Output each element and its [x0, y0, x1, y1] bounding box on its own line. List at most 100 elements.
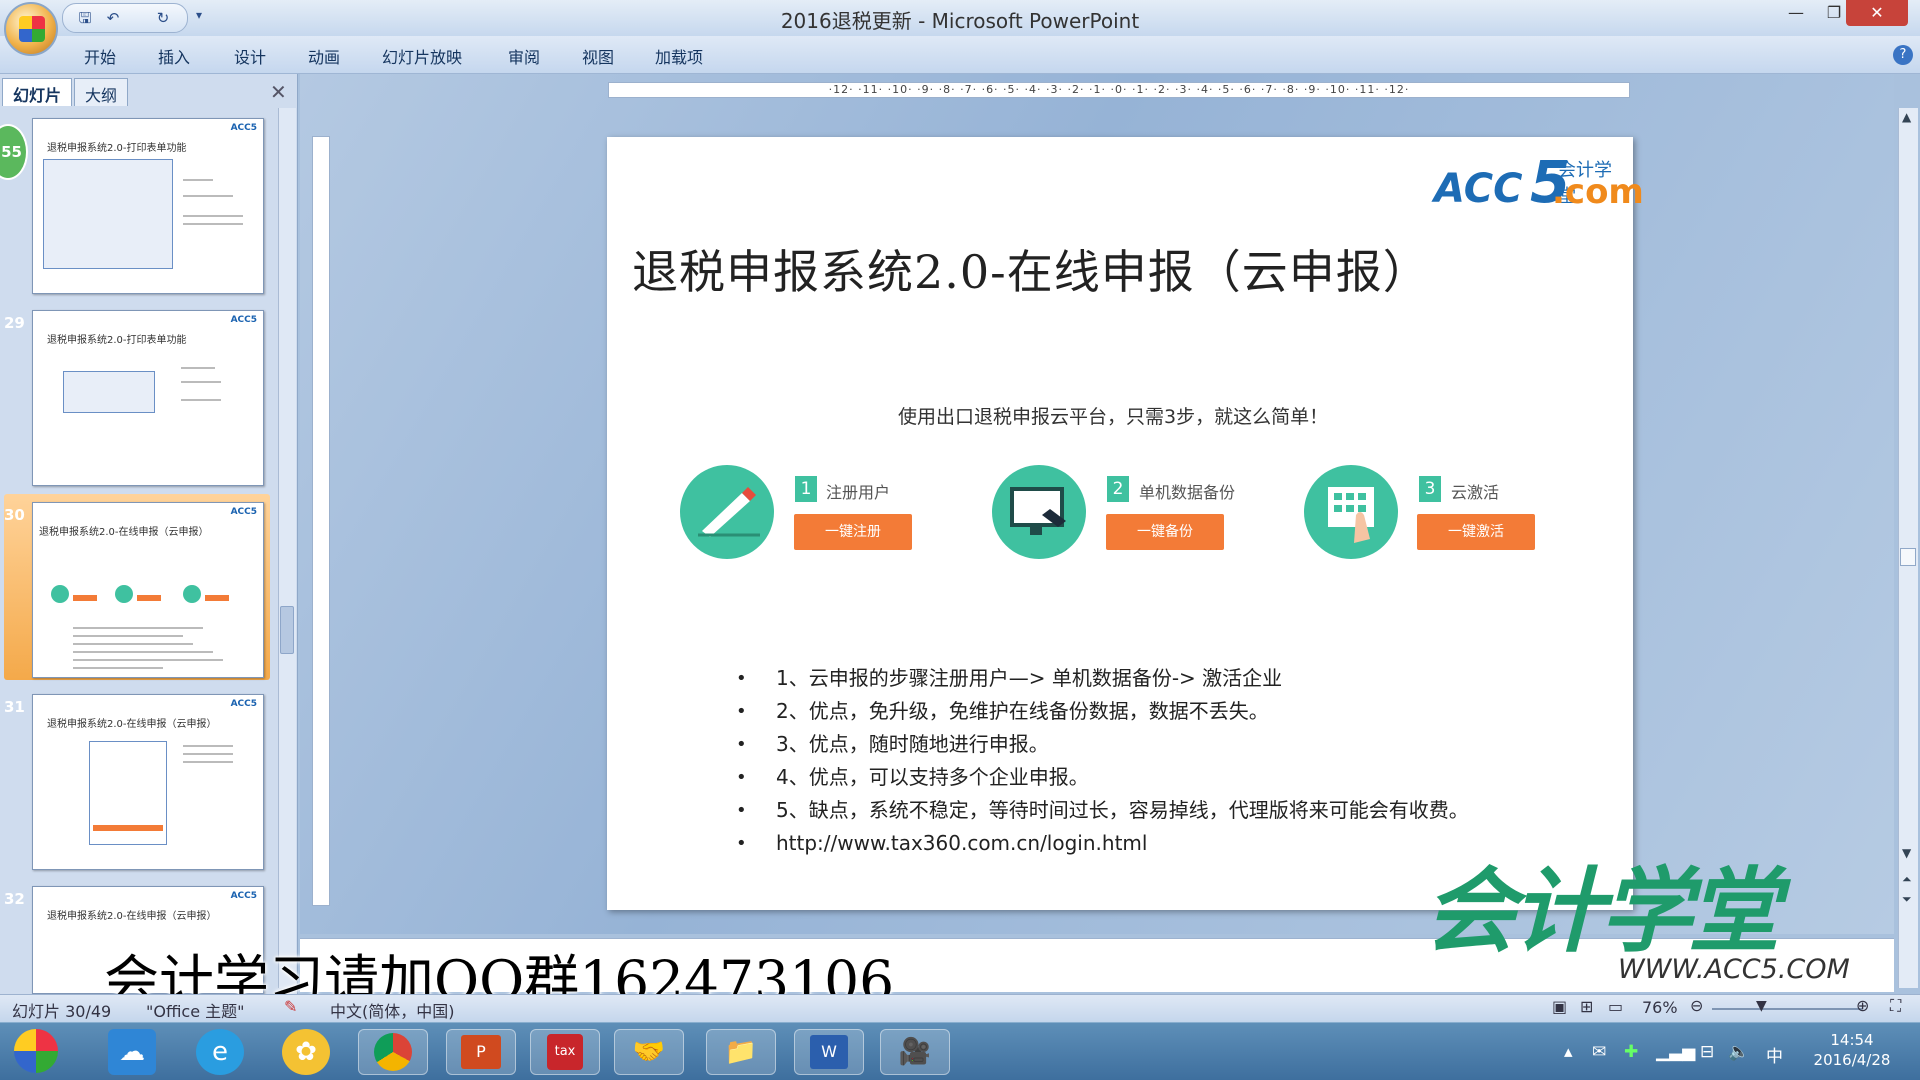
slide-number: 29 [4, 314, 25, 332]
fit-to-window-icon[interactable]: ⛶ [1890, 996, 1901, 1016]
recorder-app-icon[interactable]: 🎥 [880, 1029, 950, 1075]
step-number: 3 [1419, 476, 1441, 502]
step-label: 云激活 [1451, 483, 1500, 502]
thumb-title: 退税申报系统2.0-打印表单功能 [47, 143, 187, 154]
tab-view[interactable]: 视图 [582, 44, 614, 68]
zoom-in-icon[interactable]: ⊕ [1856, 996, 1869, 1015]
step-number: 1 [795, 476, 817, 502]
slide-number: 30 [4, 506, 25, 524]
thumb-screenshot [63, 371, 155, 413]
thumb-title: 退税申报系统2.0-在线申报（云申报） [47, 719, 217, 730]
slide-counter: 幻灯片 30/49 [12, 1002, 112, 1021]
network-signal-icon[interactable]: ▁▃▅ [1656, 1042, 1695, 1062]
slide-subtitle: 使用出口退税申报云平台，只需3步，就这么简单！ [898, 406, 1329, 428]
panel-scrollbar[interactable] [278, 108, 296, 988]
panel-tabs: 幻灯片 大纲 [0, 78, 298, 106]
colorful-app-icon[interactable]: ✿ [282, 1029, 330, 1075]
slide-number: 32 [4, 890, 25, 908]
activate-button[interactable]: 一键激活 [1417, 514, 1535, 550]
file-explorer-icon[interactable]: 📁 [706, 1029, 776, 1075]
tab-animation[interactable]: 动画 [308, 44, 340, 68]
scroll-up-icon[interactable]: ▲ [1902, 110, 1911, 124]
panel-close-icon[interactable]: ✕ [270, 80, 287, 104]
tab-design[interactable]: 设计 [234, 44, 266, 68]
zoom-slider-thumb[interactable]: ▼ [1756, 998, 1767, 1014]
handshake-app-icon[interactable]: 🤝 [614, 1029, 684, 1075]
tray-expand-icon[interactable]: ▴ [1564, 1042, 1573, 1062]
tab-review[interactable]: 审阅 [508, 44, 540, 68]
zoom-slider[interactable] [1712, 1008, 1862, 1010]
window-title: 2016退税更新 - Microsoft PowerPoint [780, 9, 1140, 33]
tab-insert[interactable]: 插入 [158, 44, 190, 68]
office-logo-icon [19, 16, 45, 42]
step-label: 单机数据备份 [1139, 483, 1236, 502]
previous-slide-icon[interactable]: ⏶ [1902, 872, 1912, 887]
scroll-thumb[interactable] [1900, 548, 1916, 566]
slide-thumbnail[interactable]: ACC5 退税申报系统2.0-在线申报（云申报） [32, 502, 264, 678]
clock[interactable]: 14:54 2016/4/28 [1794, 1030, 1910, 1070]
minimize-button[interactable]: — [1776, 0, 1816, 26]
acc5-logo: ACC 5 会计学堂 .com [1434, 148, 1644, 216]
powerpoint-taskbar-icon[interactable]: P [446, 1029, 516, 1075]
tab-slideshow[interactable]: 幻灯片放映 [382, 44, 462, 68]
zoom-out-icon[interactable]: ⊖ [1690, 996, 1703, 1015]
ribbon-tabs: 开始 插入 设计 动画 幻灯片放映 审阅 视图 加载项 [0, 36, 1920, 74]
thumb-title: 退税申报系统2.0-打印表单功能 [47, 335, 187, 346]
clock-date: 2016/4/28 [1813, 1051, 1891, 1069]
tax-app-icon[interactable]: tax [530, 1029, 600, 1075]
start-button[interactable] [14, 1029, 58, 1073]
thumb-logo: ACC5 [230, 699, 257, 709]
normal-view-icon[interactable]: ▣ [1552, 997, 1567, 1016]
status-bar: 幻灯片 30/49 "Office 主题" ✎ 中文(简体，中国) ▣ ⊞ ▭ … [0, 994, 1920, 1022]
pencil-icon [680, 465, 774, 559]
list-item: 4、优点，可以支持多个企业申报。 [736, 761, 1586, 794]
tab-slides[interactable]: 幻灯片 [2, 78, 73, 106]
help-icon[interactable]: ? [1893, 45, 1913, 65]
tray-security-icon[interactable]: ✚ [1624, 1042, 1638, 1062]
step-label: 注册用户 [826, 483, 891, 502]
list-item: 3、优点，随时随地进行申报。 [736, 728, 1586, 761]
slide-thumbnail[interactable]: ACC5 退税申报系统2.0-打印表单功能 [32, 310, 264, 486]
thumb-logo: ACC5 [230, 507, 257, 517]
list-item: 2、优点，免升级，免维护在线备份数据，数据不丢失。 [736, 695, 1586, 728]
list-item: 1、云申报的步骤注册用户—> 单机数据备份-> 激活企业 [736, 662, 1586, 695]
watermark-logo: 会计学堂 WWW.ACC5.COM [1424, 858, 1850, 986]
next-slide-icon[interactable]: ⏷ [1902, 892, 1912, 907]
slide-title[interactable]: 退税申报系统2.0-在线申报（云申报） [632, 236, 1532, 302]
volume-icon[interactable]: 🔈 [1728, 1042, 1749, 1062]
zoom-level[interactable]: 76% [1642, 998, 1678, 1017]
word-icon[interactable]: W [794, 1029, 864, 1075]
scroll-down-icon[interactable]: ▼ [1902, 846, 1911, 860]
panel-scroll-thumb[interactable] [280, 606, 294, 654]
clock-time: 14:54 [1830, 1031, 1874, 1049]
horizontal-ruler: ·12· ·11· ·10· ·9· ·8· ·7· ·6· ·5· ·4· ·… [608, 82, 1630, 98]
browser-360-icon[interactable]: e [196, 1029, 244, 1075]
tab-outline[interactable]: 大纲 [74, 78, 129, 106]
thumb-title: 退税申报系统2.0-在线申报（云申报） [47, 911, 217, 922]
monitor-icon [992, 465, 1086, 559]
slide-number: 31 [4, 698, 25, 716]
slideshow-icon[interactable]: ▭ [1608, 997, 1623, 1016]
slide-thumbnail[interactable]: ACC5 退税申报系统2.0-打印表单功能 [32, 118, 264, 294]
network-icon[interactable]: ⊟ [1700, 1042, 1714, 1062]
language-indicator[interactable]: 中文(简体，中国) [330, 998, 455, 1022]
vertical-ruler [312, 136, 330, 906]
touch-grid-icon [1304, 465, 1398, 559]
cloud-app-icon[interactable]: ☁ [108, 1029, 156, 1075]
list-item: http://www.tax360.com.cn/login.html [736, 827, 1586, 860]
ime-indicator[interactable]: 中 [1766, 1042, 1783, 1067]
slide-thumbnail[interactable]: ACC5 退税申报系统2.0-在线申报（云申报） [32, 694, 264, 870]
backup-button[interactable]: 一键备份 [1106, 514, 1224, 550]
tray-app-icon[interactable]: ✉ [1592, 1042, 1606, 1062]
close-button[interactable]: ✕ [1846, 0, 1908, 26]
office-button[interactable] [4, 2, 58, 56]
tab-addins[interactable]: 加载项 [655, 44, 703, 68]
bullet-list[interactable]: 1、云申报的步骤注册用户—> 单机数据备份-> 激活企业 2、优点，免升级，免维… [736, 662, 1586, 860]
thumb-logo: ACC5 [230, 123, 257, 133]
thumb-screenshot [43, 159, 173, 269]
spellcheck-icon[interactable]: ✎ [284, 997, 297, 1016]
tab-home[interactable]: 开始 [84, 44, 116, 68]
slide-sorter-icon[interactable]: ⊞ [1580, 997, 1593, 1016]
chrome-icon[interactable] [358, 1029, 428, 1075]
register-button[interactable]: 一键注册 [794, 514, 912, 550]
